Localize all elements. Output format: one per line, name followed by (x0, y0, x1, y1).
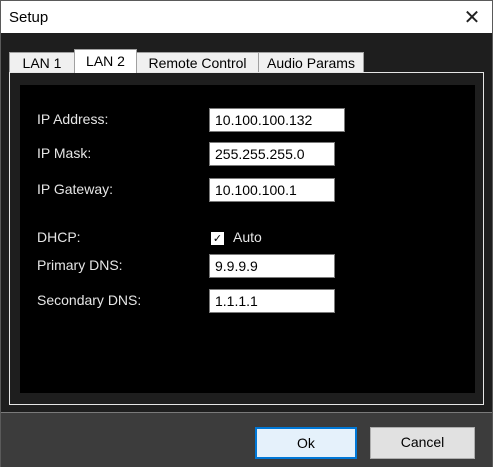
ip-mask-label: IP Mask: (37, 145, 92, 161)
ip-gateway-field[interactable]: 10.100.100.1 (209, 178, 335, 202)
button-bar: Ok Cancel (1, 412, 492, 467)
dialog-body: LAN 1 LAN 2 Remote Control Audio Params … (1, 33, 492, 467)
close-icon[interactable]: ✕ (452, 1, 492, 33)
cancel-button[interactable]: Cancel (370, 427, 475, 459)
tab-lan2[interactable]: LAN 2 (74, 49, 137, 73)
ok-button[interactable]: Ok (255, 427, 357, 459)
ip-address-label: IP Address: (37, 111, 109, 127)
ip-gateway-label: IP Gateway: (37, 181, 114, 197)
ip-mask-field[interactable]: 255.255.255.0 (209, 142, 335, 166)
tab-lan1[interactable]: LAN 1 (9, 52, 75, 72)
title-bar: Setup ✕ (1, 1, 492, 33)
window-title: Setup (9, 9, 49, 26)
tab-audio-params[interactable]: Audio Params (258, 52, 364, 72)
secondary-dns-label: Secondary DNS: (37, 292, 142, 308)
secondary-dns-field[interactable]: 1.1.1.1 (209, 289, 335, 313)
primary-dns-label: Primary DNS: (37, 257, 123, 273)
tab-strip: LAN 1 LAN 2 Remote Control Audio Params (9, 49, 484, 73)
dhcp-label: DHCP: (37, 229, 81, 245)
tab-remote-control[interactable]: Remote Control (136, 52, 259, 72)
network-settings-group: IP Address: 10.100.100.132 IP Mask: 255.… (20, 85, 475, 393)
setup-dialog: Setup ✕ LAN 1 LAN 2 Remote Control Audio… (0, 0, 493, 467)
tab-panel: IP Address: 10.100.100.132 IP Mask: 255.… (9, 73, 484, 405)
ip-address-field[interactable]: 10.100.100.132 (209, 108, 345, 132)
dhcp-auto-label[interactable]: Auto (233, 229, 262, 245)
primary-dns-field[interactable]: 9.9.9.9 (209, 254, 335, 278)
dhcp-auto-checkbox[interactable]: ✓ (211, 232, 224, 245)
